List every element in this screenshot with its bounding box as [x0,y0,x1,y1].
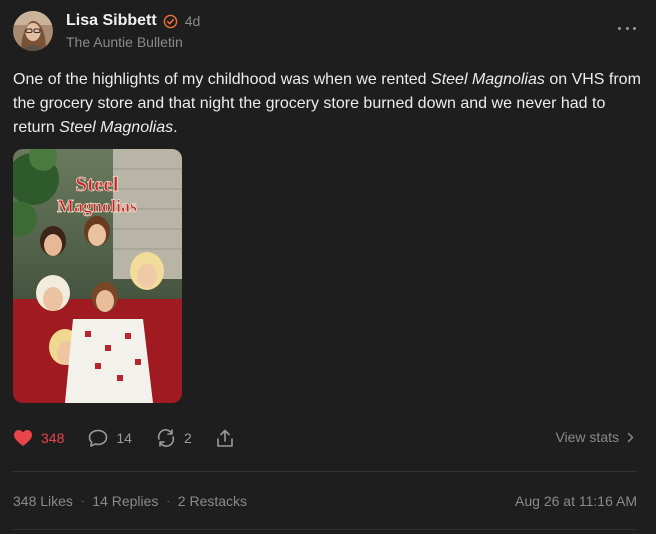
verified-badge-icon [163,14,177,28]
more-dot [618,26,621,30]
avatar[interactable] [13,11,53,51]
like-button[interactable]: 348 [13,429,64,447]
reply-button[interactable]: 14 [88,429,132,448]
view-stats-label: View stats [555,429,619,445]
comment-icon [89,429,108,447]
poster-title-line1: Steel [75,172,118,196]
restack-count: 2 [183,430,192,446]
divider [13,471,637,472]
share-button[interactable] [216,429,234,448]
post-text: . [173,119,178,136]
more-dot [633,26,636,30]
post-timestamp: Aug 26 at 11:16 AM [515,493,637,509]
likes-stat-link[interactable]: 348 Likes [13,493,73,509]
post-text-emphasis: Steel Magnolias [59,119,174,136]
post-text: One of the highlights of my childhood wa… [13,71,432,88]
view-stats-link[interactable]: View stats [555,429,634,445]
post-image[interactable]: Steel Magnolias [13,149,182,403]
like-count: 348 [41,430,65,446]
restacks-stat-link[interactable]: 2 Restacks [178,493,247,509]
more-dot [625,26,629,30]
post-body: One of the highlights of my childhood wa… [13,68,643,140]
chevron-right-icon [627,432,634,442]
reply-count: 14 [116,430,132,446]
author-name[interactable]: Lisa Sibbett [66,12,157,30]
replies-stat-link[interactable]: 14 Replies [92,493,158,509]
publication-name[interactable]: The Auntie Bulletin [66,34,183,50]
restack-button[interactable]: 2 [156,429,192,447]
restack-icon [157,429,175,447]
stat-separator: · [166,495,170,507]
post-text-emphasis: Steel Magnolias [431,71,545,88]
heart-icon [14,430,32,446]
post-time[interactable]: 4d [185,13,201,29]
share-icon [216,429,233,447]
divider [13,529,637,530]
stat-separator: · [80,495,85,507]
poster-title-line2: Magnolias [57,196,137,216]
more-icon[interactable] [618,24,636,32]
